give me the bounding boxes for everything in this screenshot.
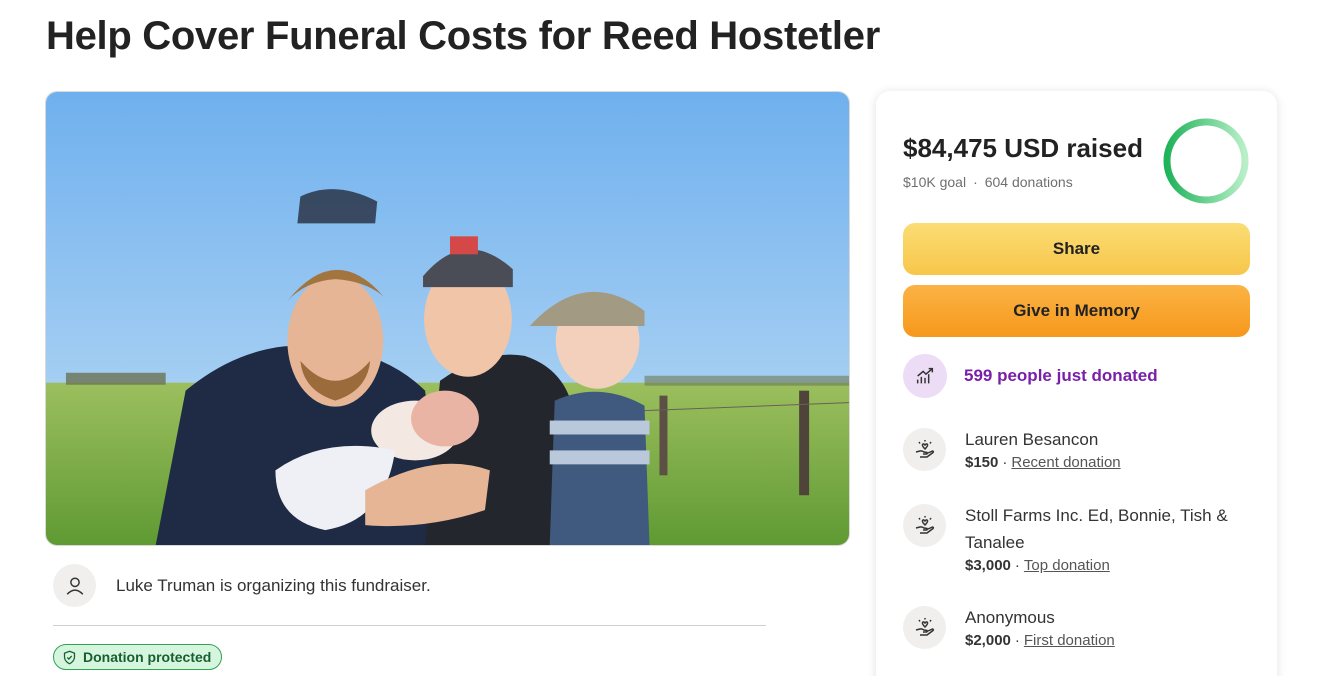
donor-name: Lauren Besancon bbox=[965, 430, 1099, 449]
person-icon bbox=[53, 564, 96, 607]
donor-item: Stoll Farms Inc. Ed, Bonnie, Tish & Tana… bbox=[903, 502, 1245, 574]
divider bbox=[53, 625, 766, 626]
heart-hand-icon bbox=[903, 428, 946, 471]
badge-label: Donation protected bbox=[83, 649, 212, 665]
donation-tag-link[interactable]: Recent donation bbox=[1011, 454, 1120, 471]
give-in-memory-button[interactable]: Give in Memory bbox=[903, 285, 1250, 337]
donation-tag-link[interactable]: First donation bbox=[1024, 632, 1115, 649]
raised-suffix: raised bbox=[1066, 133, 1143, 163]
campaign-photo[interactable] bbox=[45, 91, 850, 546]
shield-icon bbox=[62, 650, 77, 665]
donation-tag-link[interactable]: Top donation bbox=[1024, 557, 1110, 574]
heart-hand-icon bbox=[903, 606, 946, 649]
trending-up-icon bbox=[903, 354, 947, 398]
donor-amount: $3,000 bbox=[965, 557, 1011, 574]
meta-separator: · bbox=[973, 174, 978, 190]
activity-text: 599 people just donated bbox=[964, 366, 1158, 385]
heart-hand-icon bbox=[903, 504, 946, 547]
raised-amount: $84,475 USD raised bbox=[903, 133, 1143, 164]
family-photo-image bbox=[46, 92, 849, 545]
donor-name: Anonymous bbox=[965, 608, 1055, 627]
donor-item: Anonymous $2,000 · First donation bbox=[903, 604, 1245, 649]
donor-amount: $2,000 bbox=[965, 632, 1011, 649]
page-title: Help Cover Funeral Costs for Reed Hostet… bbox=[46, 14, 880, 58]
goal-meta: $10K goal · 604 donations bbox=[903, 174, 1073, 190]
goal-text: $10K goal bbox=[903, 174, 967, 190]
donation-protected-badge[interactable]: Donation protected bbox=[53, 644, 223, 670]
organizer-row[interactable]: Luke Truman is organizing this fundraise… bbox=[53, 564, 431, 607]
donor-item: Lauren Besancon $150 · Recent donation bbox=[903, 426, 1245, 471]
donation-card: $84,475 USD raised $10K goal · 604 donatio… bbox=[876, 91, 1277, 676]
recent-activity: 599 people just donated bbox=[903, 354, 1158, 398]
donor-amount: $150 bbox=[965, 454, 999, 471]
share-button[interactable]: Share bbox=[903, 223, 1250, 275]
organizer-text: Luke Truman is organizing this fundraise… bbox=[116, 575, 431, 595]
progress-ring bbox=[1161, 116, 1251, 206]
raised-value: $84,475 USD bbox=[903, 133, 1060, 163]
donation-count: 604 donations bbox=[984, 174, 1073, 190]
donor-name: Stoll Farms Inc. Ed, Bonnie, Tish & Tana… bbox=[965, 506, 1228, 552]
